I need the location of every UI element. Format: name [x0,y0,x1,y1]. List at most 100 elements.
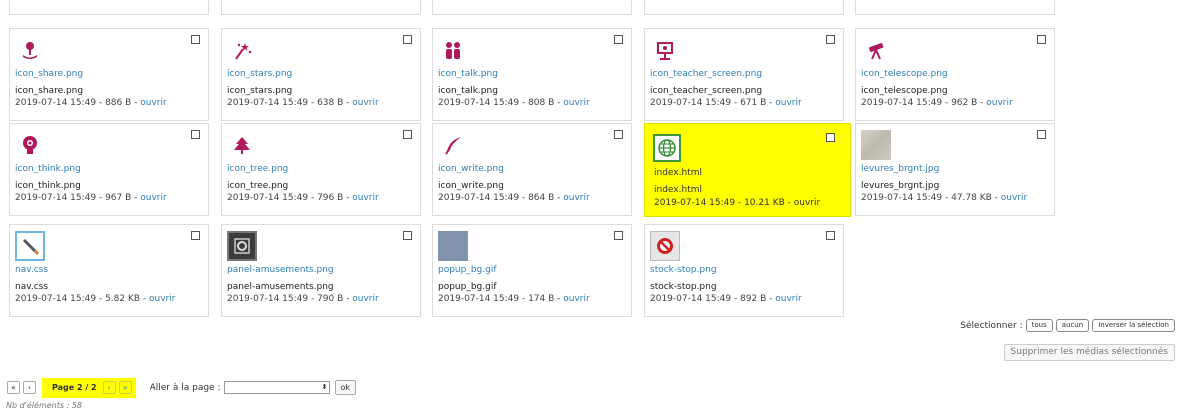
file-link[interactable]: icon_tree.png [227,164,288,174]
open-link[interactable]: ouvrir [563,193,589,203]
open-link[interactable]: ouvrir [352,98,378,108]
open-link[interactable]: ouvrir [352,193,378,203]
file-link[interactable]: icon_talk.png [438,69,498,79]
file-name: icon_write.png [438,181,504,191]
file-link[interactable]: icon_share.png [15,69,83,79]
select-checkbox[interactable] [1037,130,1046,139]
page-indicator-highlight: Page 2 / 2 › » [42,377,136,398]
media-card[interactable]: nav.css nav.css 2019-07-14 15:49 - 5.82 … [9,224,209,317]
select-checkbox[interactable] [826,133,835,142]
media-card[interactable]: levures_brgnt.jpg levures_brgnt.jpg 2019… [855,123,1055,216]
file-meta-text: 2019-07-14 15:49 - 10.21 KB - [654,198,794,208]
select-checkbox[interactable] [1037,35,1046,44]
media-card[interactable]: popup_bg.gif popup_bg.gif 2019-07-14 15:… [432,224,632,317]
goto-page-label: Aller à la page : [149,382,221,393]
select-checkbox[interactable] [826,35,835,44]
select-none-button[interactable]: aucun [1055,319,1090,332]
invert-selection-button[interactable]: Inverser la sélection [1092,319,1175,332]
file-link[interactable]: icon_write.png [438,164,504,174]
open-link[interactable]: ouvrir [140,193,166,203]
file-meta: 2019-07-14 15:49 - 962 B - ouvrir [861,98,1013,108]
file-meta-text: 2019-07-14 15:49 - 796 B - [227,193,353,203]
image-thumbnail [861,130,891,160]
first-page-button[interactable]: « [7,381,20,394]
open-link[interactable]: ouvrir [794,198,820,208]
open-link[interactable]: ouvrir [140,98,166,108]
select-checkbox[interactable] [614,130,623,139]
file-meta-text: 2019-07-14 15:49 - 638 B - [227,98,353,108]
file-name: panel-amusements.png [227,282,334,292]
file-meta: 2019-07-14 15:49 - 174 B - ouvrir [438,294,590,304]
stars-icon [227,35,257,65]
open-link[interactable]: ouvrir [775,294,801,304]
card-partial [644,0,844,15]
file-name: levures_brgnt.jpg [861,181,940,191]
open-link[interactable]: ouvrir [563,98,589,108]
open-link[interactable]: ouvrir [1001,193,1027,203]
open-link[interactable]: ouvrir [352,294,378,304]
file-link[interactable]: nav.css [15,265,48,275]
next-page-button[interactable]: › [102,381,116,394]
last-page-button[interactable]: » [118,381,132,394]
open-link[interactable]: ouvrir [149,294,175,304]
media-card[interactable]: icon_telescope.png icon_telescope.png 20… [855,28,1055,121]
select-checkbox[interactable] [191,231,200,240]
file-link[interactable]: levures_brgnt.jpg [861,164,939,174]
goto-page-select[interactable]: ⬍ [223,381,330,394]
open-link[interactable]: ouvrir [775,98,801,108]
goto-ok-button[interactable]: ok [334,380,357,395]
prev-page-button[interactable]: ‹ [23,381,36,394]
media-card[interactable]: icon_talk.png icon_talk.png 2019-07-14 1… [432,28,632,121]
file-link[interactable]: stock-stop.png [650,265,717,275]
telescope-icon [861,35,891,65]
select-checkbox[interactable] [403,130,412,139]
file-link[interactable]: icon_telescope.png [861,69,948,79]
media-card[interactable]: icon_teacher_screen.png icon_teacher_scr… [644,28,844,121]
file-link[interactable]: index.html [654,168,702,178]
file-link[interactable]: panel-amusements.png [227,265,334,275]
file-name: icon_talk.png [438,86,498,96]
file-link[interactable]: icon_think.png [15,164,81,174]
file-link[interactable]: icon_teacher_screen.png [650,69,762,79]
media-card[interactable]: icon_stars.png icon_stars.png 2019-07-14… [221,28,421,121]
file-link[interactable]: icon_stars.png [227,69,292,79]
media-card[interactable]: icon_share.png icon_share.png 2019-07-14… [9,28,209,121]
file-name: index.html [654,185,702,195]
select-all-button[interactable]: tous [1025,319,1053,332]
media-card[interactable]: stock-stop.png stock-stop.png 2019-07-14… [644,224,844,317]
select-checkbox[interactable] [614,35,623,44]
file-meta: 2019-07-14 15:49 - 967 B - ouvrir [15,193,167,203]
select-checkbox[interactable] [191,35,200,44]
talk-icon [438,35,468,65]
file-meta-text: 2019-07-14 15:49 - 47.78 KB - [861,193,1001,203]
file-link[interactable]: popup_bg.gif [438,265,497,275]
media-card[interactable]: icon_write.png icon_write.png 2019-07-14… [432,123,632,216]
file-meta: 2019-07-14 15:49 - 638 B - ouvrir [227,98,379,108]
page-indicator: Page 2 / 2 [52,383,97,392]
select-checkbox[interactable] [403,35,412,44]
select-checkbox[interactable] [614,231,623,240]
media-card[interactable]: panel-amusements.png panel-amusements.pn… [221,224,421,317]
select-label: Sélectionner : [960,320,1023,331]
media-card[interactable]: icon_tree.png icon_tree.png 2019-07-14 1… [221,123,421,216]
file-meta: 2019-07-14 15:49 - 790 B - ouvrir [227,294,379,304]
select-checkbox[interactable] [191,130,200,139]
media-card[interactable]: icon_think.png icon_think.png 2019-07-14… [9,123,209,216]
image-thumbnail [438,231,468,261]
file-meta: 2019-07-14 15:49 - 10.21 KB - ouvrir [654,198,820,208]
select-checkbox[interactable] [826,231,835,240]
selection-controls: Sélectionner : tous aucun Inverser la sé… [960,319,1175,332]
delete-selected-button[interactable]: Supprimer les médias sélectionnés [1003,344,1175,361]
file-meta-text: 2019-07-14 15:49 - 892 B - [650,294,776,304]
file-meta-text: 2019-07-14 15:49 - 5.82 KB - [15,294,150,304]
file-meta: 2019-07-14 15:49 - 808 B - ouvrir [438,98,590,108]
pencil-icon [15,231,45,261]
open-link[interactable]: ouvrir [986,98,1012,108]
file-name: icon_tree.png [227,181,289,191]
spinner-icon: ⬍ [321,383,328,391]
media-card-highlighted[interactable]: index.html index.html 2019-07-14 15:49 -… [644,123,851,217]
file-name: nav.css [15,282,49,292]
file-meta: 2019-07-14 15:49 - 671 B - ouvrir [650,98,802,108]
select-checkbox[interactable] [403,231,412,240]
open-link[interactable]: ouvrir [563,294,589,304]
